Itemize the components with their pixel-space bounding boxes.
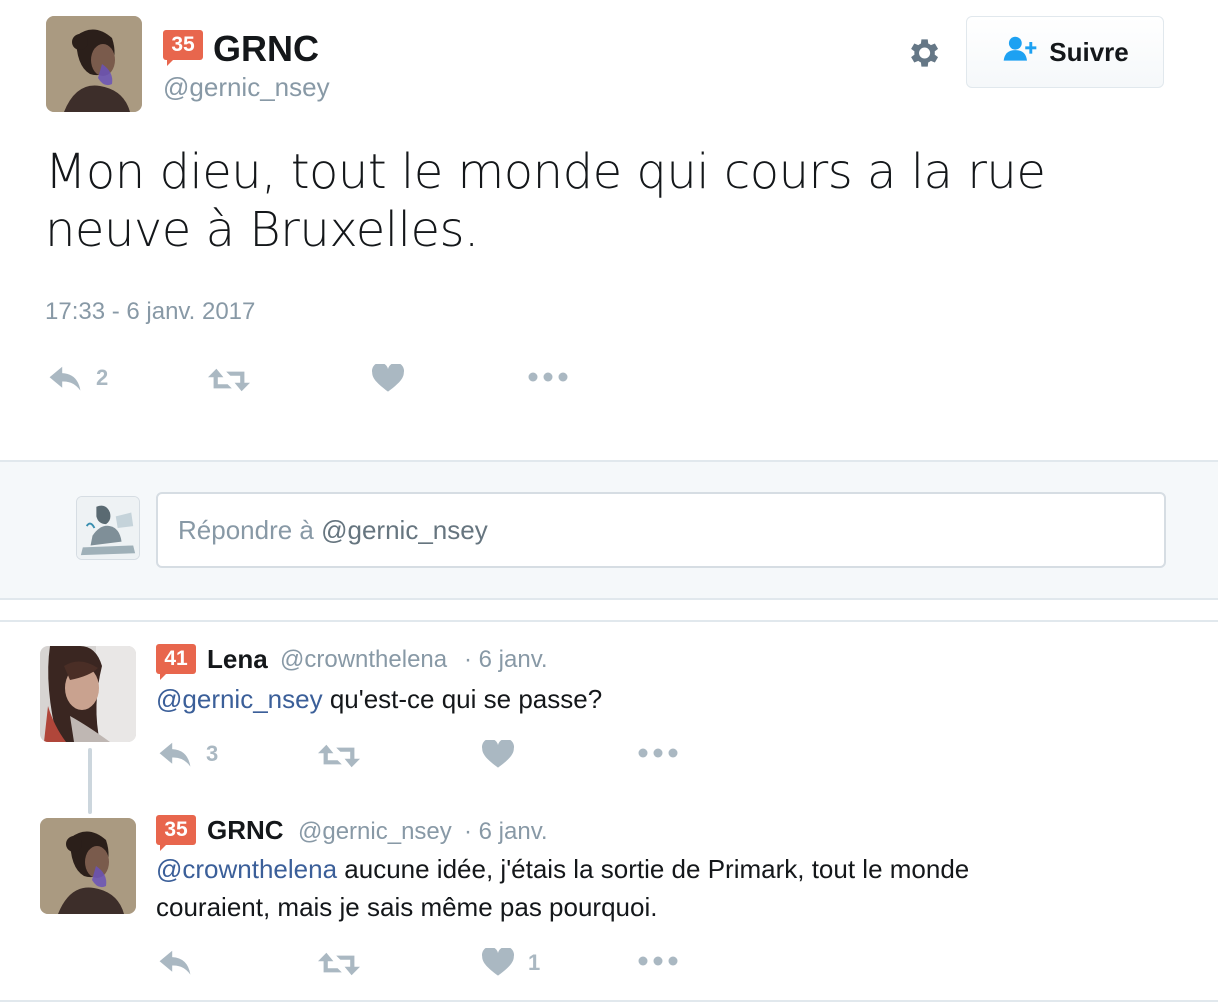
reply-placeholder-mention: @gernic_nsey xyxy=(321,514,488,545)
more-icon xyxy=(528,372,568,382)
reply-date[interactable]: · 6 janv. xyxy=(464,646,548,674)
thread-connector xyxy=(88,748,92,814)
follow-button[interactable]: Suivre xyxy=(966,16,1164,88)
reply-badge: 41 xyxy=(156,644,196,680)
like-action[interactable] xyxy=(372,364,404,393)
like-action[interactable] xyxy=(482,740,514,769)
reply-action[interactable] xyxy=(158,948,206,976)
retweet-icon xyxy=(208,368,250,392)
reply-action[interactable]: 3 xyxy=(158,740,218,768)
reply-action[interactable]: 2 xyxy=(48,364,108,392)
reply-icon xyxy=(159,742,191,767)
retweet-action[interactable] xyxy=(318,950,360,978)
current-user-avatar[interactable] xyxy=(76,496,140,560)
reply-author-handle[interactable]: @gernic_nsey xyxy=(298,818,452,846)
reply-text: @gernic_nsey qu'est-ce qui se passe? xyxy=(156,680,1156,718)
heart-icon xyxy=(372,364,404,392)
reply-date[interactable]: · 6 janv. xyxy=(464,818,548,846)
author-handle[interactable]: @gernic_nsey xyxy=(163,72,330,103)
retweet-action[interactable] xyxy=(318,742,360,770)
reply-author-name[interactable]: Lena xyxy=(207,644,268,675)
reply-placeholder-prefix: Répondre à xyxy=(178,514,322,545)
more-action[interactable] xyxy=(528,372,568,382)
heart-icon xyxy=(482,740,514,768)
like-action[interactable]: 1 xyxy=(482,948,540,977)
reply-author-handle[interactable]: @crownthelena xyxy=(280,646,447,674)
reply-icon xyxy=(49,366,81,391)
divider xyxy=(0,620,1218,622)
gear-icon[interactable] xyxy=(904,34,942,72)
reply-text: @crownthelena aucune idée, j'étais la so… xyxy=(156,850,1056,926)
reply-author-name[interactable]: GRNC xyxy=(207,815,284,846)
more-action[interactable] xyxy=(638,748,678,758)
follow-label: Suivre xyxy=(1049,36,1129,67)
author-avatar[interactable] xyxy=(46,16,142,112)
reply-count: 2 xyxy=(96,365,109,390)
mention-link[interactable]: @gernic_nsey xyxy=(156,684,323,714)
reply-body: qu'est-ce qui se passe? xyxy=(322,684,603,714)
reply-input[interactable]: Répondre à @gernic_nsey xyxy=(156,492,1166,568)
reply-avatar-lena[interactable] xyxy=(40,646,136,742)
retweet-icon xyxy=(318,952,360,976)
reply-badge: 35 xyxy=(156,815,196,851)
add-user-icon xyxy=(1001,35,1039,70)
retweet-icon xyxy=(318,744,360,768)
heart-icon xyxy=(482,948,514,976)
retweet-action[interactable] xyxy=(208,366,250,394)
reply-count: 3 xyxy=(206,741,219,766)
tweet-text: Mon dieu, tout le monde qui cours a la r… xyxy=(45,144,1046,258)
author-name[interactable]: GRNC xyxy=(213,28,319,70)
reply-avatar-grnc[interactable] xyxy=(40,818,136,914)
level-badge: 35 xyxy=(163,30,203,66)
divider xyxy=(0,1000,1218,1002)
more-icon xyxy=(638,748,678,758)
more-action[interactable] xyxy=(638,956,678,966)
like-count: 1 xyxy=(528,949,541,975)
more-icon xyxy=(638,956,678,966)
reply-icon xyxy=(159,950,191,975)
tweet-timestamp[interactable]: 17:33 - 6 janv. 2017 xyxy=(45,298,255,326)
mention-link[interactable]: @crownthelena xyxy=(156,854,337,884)
